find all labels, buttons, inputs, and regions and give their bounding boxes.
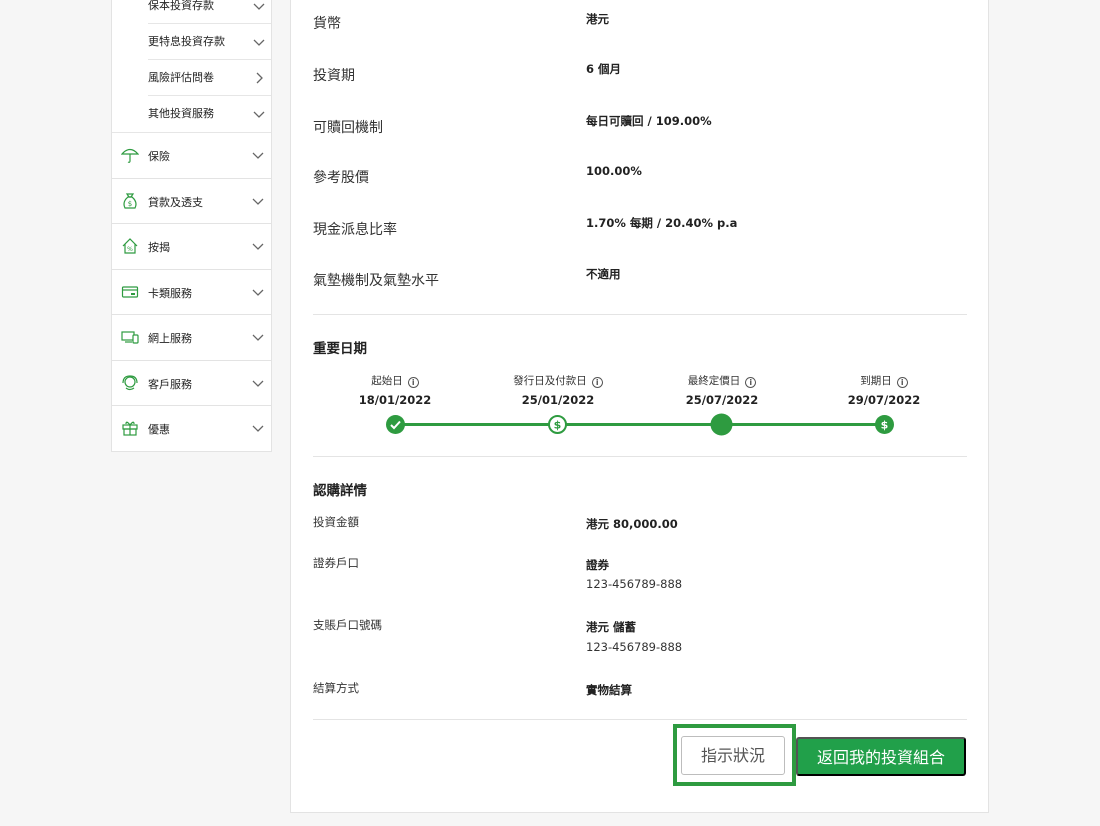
timeline-label-start: 起始日 i (330, 373, 460, 388)
timeline-label-text: 起始日 (371, 375, 403, 387)
chevron-down-icon (253, 111, 265, 118)
timeline-label-text: 到期日 (860, 375, 892, 387)
sub-item-premium-deposit[interactable]: 更特息投資存款 (148, 24, 271, 60)
sidebar-item-label: 客戶服務 (148, 377, 192, 391)
sidebar-item-online[interactable]: 網上服務 (112, 314, 271, 360)
timeline-date-maturity: 29/07/2022 (847, 393, 921, 407)
chevron-down-icon (253, 39, 265, 46)
detail-value: 每日可贖回 / 109.00% (586, 114, 712, 128)
chevron-down-icon (252, 380, 264, 387)
dollar-filled-icon: $ (875, 415, 894, 434)
house-percent-icon: % (122, 238, 138, 254)
chevron-down-icon (252, 152, 264, 159)
timeline-label-text: 最終定價日 (687, 375, 741, 387)
detail-value: 1.70% 每期 / 20.40% p.a (586, 216, 738, 230)
investment-sub-menu: 保本投資存款 更特息投資存款 風險評估問卷 其他投資服務 (111, 0, 272, 132)
timeline-date-start: 18/01/2022 (358, 393, 432, 407)
money-bag-icon: $ (123, 192, 137, 209)
settlement-account-type: 港元 儲蓄 (586, 620, 637, 634)
detail-value: 6 個月 (586, 62, 622, 76)
detail-key: 參考股價 (313, 170, 369, 186)
settlement-account-label: 支賬戶口號碼 (313, 618, 382, 632)
sub-item-risk-questionnaire[interactable]: 風險評估問卷 (148, 60, 271, 96)
timeline-date-issue: 25/01/2022 (521, 393, 595, 407)
detail-key: 氣墊機制及氣墊水平 (313, 273, 439, 289)
securities-account-label: 證券戶口 (313, 556, 359, 570)
sub-item-label: 其他投資服務 (148, 107, 214, 120)
investment-amount-value: 港元 80,000.00 (586, 517, 678, 531)
detail-value: 不適用 (586, 267, 621, 281)
info-icon[interactable]: i (896, 377, 908, 388)
info-icon[interactable]: i (407, 377, 419, 388)
gift-icon (122, 421, 138, 436)
detail-key: 現金派息比率 (313, 222, 397, 238)
back-to-portfolio-button[interactable]: 返回我的投資組合 (796, 737, 966, 776)
sub-item-capital-protected[interactable]: 保本投資存款 (148, 0, 271, 24)
sidebar-item-loans[interactable]: $ 貸款及透支 (112, 177, 271, 224)
chevron-down-icon (252, 425, 264, 432)
card-icon (121, 285, 139, 298)
detail-key: 可贖回機制 (313, 120, 383, 136)
sub-item-label: 保本投資存款 (148, 0, 214, 12)
securities-account-type: 證券 (586, 558, 609, 572)
securities-account-number: 123-456789-888 (586, 577, 683, 591)
timeline-label-issue: 發行日及付款日 i (493, 373, 623, 388)
sidebar: 保本投資存款 更特息投資存款 風險評估問卷 其他投資服務 保險 $ 貸款及透支 … (111, 0, 272, 452)
order-detail-card: 貨幣 港元 投資期 6 個月 可贖回機制 每日可贖回 / 109.00% 參考股… (290, 0, 989, 813)
svg-text:$: $ (881, 419, 889, 432)
sidebar-item-customer-service[interactable]: 客戶服務 (112, 359, 271, 406)
timeline-line (395, 423, 885, 426)
svg-text:$: $ (554, 419, 562, 432)
current-step-icon (710, 413, 733, 436)
chevron-down-icon (252, 334, 264, 341)
detail-value: 100.00% (586, 164, 642, 178)
timeline-label-final-pricing: 最終定價日 i (657, 373, 787, 388)
info-icon[interactable]: i (745, 377, 757, 388)
sidebar-item-label: 貸款及透支 (148, 195, 203, 209)
umbrella-icon (121, 148, 139, 163)
sidebar-item-label: 卡類服務 (148, 286, 192, 300)
sidebar-item-label: 網上服務 (148, 332, 192, 345)
dollar-outline-icon: $ (548, 415, 567, 434)
sidebar-item-label: 保險 (148, 150, 170, 163)
sidebar-item-mortgage[interactable]: % 按揭 (112, 223, 271, 269)
sidebar-item-insurance[interactable]: 保險 (112, 132, 271, 178)
timeline-label-text: 發行日及付款日 (513, 375, 587, 387)
main-menu: 保險 $ 貸款及透支 % 按揭 卡類服務 網上服務 客戶服務 優惠 (111, 132, 272, 452)
svg-text:%: % (127, 246, 133, 253)
sidebar-item-cards[interactable]: 卡類服務 (112, 268, 271, 315)
subscription-title: 認購詳情 (313, 483, 367, 499)
sub-item-other-investment[interactable]: 其他投資服務 (148, 96, 271, 132)
detail-key: 投資期 (313, 68, 355, 84)
support-icon (122, 374, 138, 390)
sub-item-label: 更特息投資存款 (148, 35, 225, 48)
detail-value: 港元 (586, 12, 609, 26)
timeline-date-final-pricing: 25/07/2022 (685, 393, 759, 407)
devices-icon (121, 331, 139, 344)
sub-item-label: 風險評估問卷 (148, 71, 214, 84)
divider (313, 719, 967, 720)
timeline-label-maturity: 到期日 i (819, 373, 949, 388)
chevron-right-icon (256, 72, 263, 84)
settlement-method-label: 結算方式 (313, 681, 359, 695)
instruction-status-button[interactable]: 指示狀況 (681, 736, 785, 775)
chevron-down-icon (252, 289, 264, 296)
info-icon[interactable]: i (591, 377, 603, 388)
svg-text:$: $ (128, 200, 132, 208)
sidebar-item-label: 優惠 (148, 423, 170, 436)
important-dates-title: 重要日期 (313, 341, 367, 357)
sidebar-item-label: 按揭 (148, 241, 170, 254)
chevron-down-icon (252, 198, 264, 205)
divider (313, 314, 967, 315)
check-circle-icon (386, 415, 405, 434)
divider (313, 456, 967, 457)
chevron-down-icon (252, 243, 264, 250)
settlement-account-number: 123-456789-888 (586, 640, 683, 654)
settlement-method-value: 實物結算 (586, 683, 632, 697)
investment-amount-label: 投資金額 (313, 515, 359, 529)
sidebar-item-offers[interactable]: 優惠 (112, 405, 271, 451)
detail-key: 貨幣 (313, 16, 341, 32)
chevron-down-icon (253, 3, 265, 10)
